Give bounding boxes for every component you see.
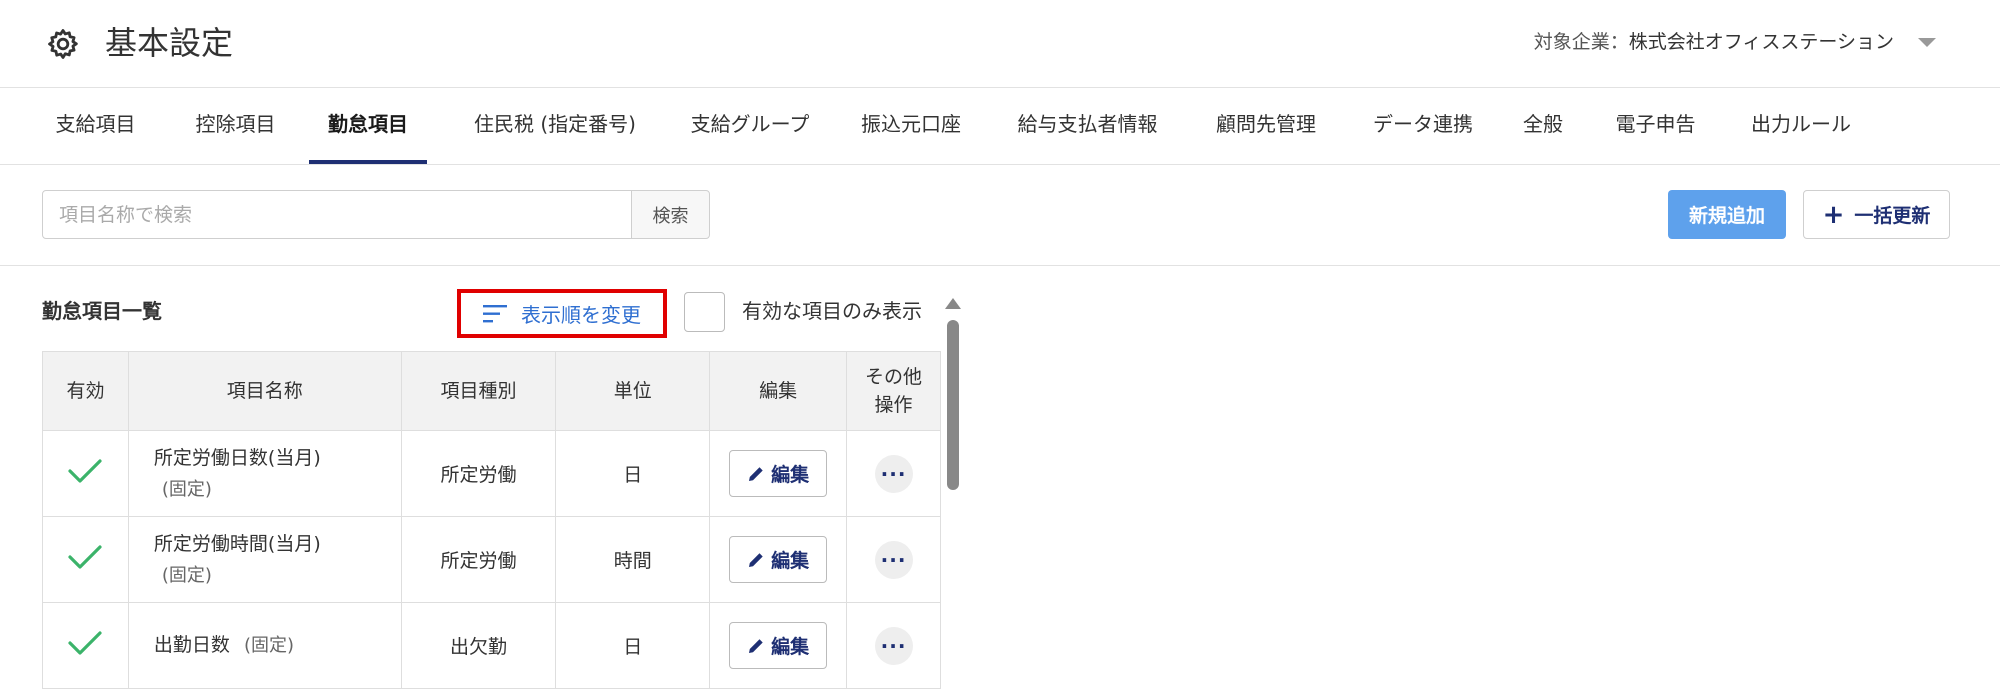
section-divider xyxy=(0,265,2000,266)
tab-attendance-items[interactable]: 勤怠項目 xyxy=(309,88,427,164)
tab-resident-tax[interactable]: 住民税 (指定番号) xyxy=(452,88,658,164)
edit-button[interactable]: 編集 xyxy=(729,622,828,669)
company-selector[interactable]: 対象企業： 株式会社オフィスステーション xyxy=(1534,26,1936,58)
fixed-tag: (固定) xyxy=(243,635,295,656)
reorder-label: 表示順を変更 xyxy=(521,303,641,327)
column-header-name: 項目名称 xyxy=(127,351,402,431)
edit-label: 編集 xyxy=(771,464,810,486)
page-title: 基本設定 xyxy=(105,24,234,62)
item-unit-cell: 時間 xyxy=(555,516,711,603)
reorder-button[interactable]: 表示順を変更 xyxy=(457,289,667,338)
table-row: 所定労働日数(当月) (固定) 所定労働 日 編集 ··· xyxy=(42,430,941,517)
table-header-row: 有効 項目名称 項目種別 単位 編集 その他 操作 xyxy=(42,351,941,431)
check-icon xyxy=(68,545,103,569)
app-header: 基本設定 対象企業： 株式会社オフィスステーション xyxy=(0,0,2000,88)
table-row: 出勤日数 (固定) 出欠勤 日 編集 ··· xyxy=(42,602,941,689)
tab-transfer-account[interactable]: 振込元口座 xyxy=(850,88,972,164)
list-title: 勤怠項目一覧 xyxy=(42,299,162,323)
edit-cell: 編集 xyxy=(709,602,848,689)
item-name-cell: 出勤日数 (固定) xyxy=(127,602,402,689)
edit-button[interactable]: 編集 xyxy=(729,450,828,497)
edit-label: 編集 xyxy=(771,636,810,658)
more-options-icon[interactable]: ··· xyxy=(874,626,913,665)
item-type-cell: 出欠勤 xyxy=(400,602,557,689)
scrollbar-thumb[interactable] xyxy=(947,320,959,490)
fixed-tag: (固定) xyxy=(161,564,212,586)
bulk-update-label: 一括更新 xyxy=(1854,205,1931,227)
item-name: 出勤日数 xyxy=(153,634,230,656)
edit-cell: 編集 xyxy=(709,430,848,517)
company-name: 株式会社オフィスステーション xyxy=(1628,31,1894,53)
sort-lines-icon xyxy=(483,304,507,322)
attendance-items-table: 有効 項目名称 項目種別 単位 編集 その他 操作 所定労働日数(当月) (固定… xyxy=(42,351,941,689)
item-name-cell: 所定労働日数(当月) (固定) xyxy=(127,430,402,517)
item-type-cell: 所定労働 xyxy=(400,430,557,517)
bulk-update-button[interactable]: + 一括更新 xyxy=(1803,190,1950,239)
edit-cell: 編集 xyxy=(709,516,848,603)
only-valid-label: 有効な項目のみ表示 xyxy=(742,299,922,323)
more-cell: ··· xyxy=(846,602,941,689)
item-name: 所定労働時間(当月) xyxy=(153,532,321,555)
more-options-icon[interactable]: ··· xyxy=(874,540,913,579)
item-name-cell: 所定労働時間(当月) (固定) xyxy=(127,516,402,603)
more-cell: ··· xyxy=(846,516,941,603)
only-valid-checkbox[interactable] xyxy=(684,292,725,332)
tab-payer-info[interactable]: 給与支払者情報 xyxy=(1006,88,1169,164)
search-button[interactable]: 検索 xyxy=(631,190,710,239)
tab-general[interactable]: 全般 xyxy=(1517,88,1569,164)
check-icon xyxy=(68,459,103,483)
company-label: 対象企業： xyxy=(1533,31,1629,53)
tab-deduction-items[interactable]: 控除項目 xyxy=(183,88,288,164)
valid-cell xyxy=(42,430,129,517)
column-header-valid: 有効 xyxy=(42,351,129,431)
pencil-icon xyxy=(749,638,763,653)
gear-icon xyxy=(48,29,78,59)
tab-e-filing[interactable]: 電子申告 xyxy=(1604,88,1707,164)
item-unit-cell: 日 xyxy=(555,602,711,689)
edit-button[interactable]: 編集 xyxy=(729,536,828,583)
scroll-up-arrow-icon[interactable] xyxy=(945,298,961,309)
more-cell: ··· xyxy=(846,430,941,517)
chevron-down-icon[interactable] xyxy=(1918,37,1936,47)
settings-tabs: 支給項目 控除項目 勤怠項目 住民税 (指定番号) 支給グループ 振込元口座 給… xyxy=(0,88,2000,165)
column-header-other-actions: その他 操作 xyxy=(846,351,941,431)
item-name: 所定労働日数(当月) xyxy=(153,446,321,469)
search-input[interactable] xyxy=(42,190,632,239)
pencil-icon xyxy=(749,552,763,567)
more-options-icon[interactable]: ··· xyxy=(874,454,913,493)
item-unit-cell: 日 xyxy=(555,430,711,517)
column-header-edit: 編集 xyxy=(709,351,848,431)
tab-payment-items[interactable]: 支給項目 xyxy=(43,88,148,164)
add-new-button[interactable]: 新規追加 xyxy=(1668,190,1786,239)
pencil-icon xyxy=(749,466,763,481)
edit-label: 編集 xyxy=(771,550,810,572)
tab-payment-group[interactable]: 支給グループ xyxy=(670,88,830,164)
item-type-cell: 所定労働 xyxy=(400,516,557,603)
check-icon xyxy=(68,631,103,655)
tab-data-link[interactable]: データ連携 xyxy=(1362,88,1484,164)
plus-icon: + xyxy=(1822,199,1845,230)
valid-cell xyxy=(42,516,129,603)
fixed-tag: (固定) xyxy=(161,478,212,500)
column-header-type: 項目種別 xyxy=(400,351,557,431)
tab-output-rules[interactable]: 出力ルール xyxy=(1740,88,1862,164)
column-header-unit: 単位 xyxy=(555,351,711,431)
valid-cell xyxy=(42,602,129,689)
table-row: 所定労働時間(当月) (固定) 所定労働 時間 編集 ··· xyxy=(42,516,941,603)
tab-client-management[interactable]: 顧問先管理 xyxy=(1205,88,1327,164)
